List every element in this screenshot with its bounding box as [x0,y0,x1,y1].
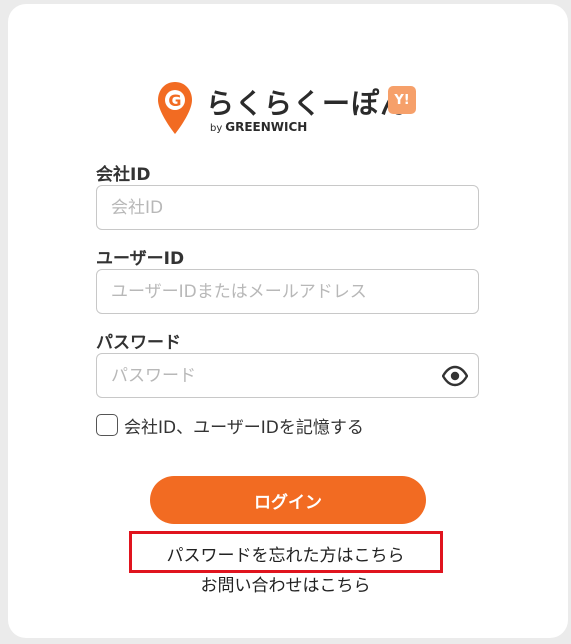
pin-letter: G [168,91,181,110]
user-id-label: ユーザーID [96,249,185,269]
remember-label: 会社ID、ユーザーIDを記憶する [124,417,364,438]
contact-link[interactable]: お問い合わせはこちら [0,571,571,596]
byline-prefix: by [210,123,223,134]
company-id-label: 会社ID [96,165,151,185]
company-id-input[interactable] [97,186,478,229]
remember-option[interactable]: 会社ID、ユーザーIDを記憶する [96,413,364,438]
brand-name: らくらくーぽん [206,87,410,120]
brand-logo: G らくらくーぽん Y! by GREENWICH [156,80,426,140]
user-id-field-box [96,269,479,314]
user-id-input[interactable] [97,270,478,313]
password-field-box [96,353,479,398]
highlight-box [129,531,443,573]
password-input[interactable] [97,354,478,397]
brand-byline: by GREENWICH [210,120,307,134]
password-label: パスワード [96,333,181,353]
brand-badge: Y! [388,86,416,114]
location-pin-icon: G [158,82,192,134]
eye-icon[interactable] [442,365,468,387]
company-id-field-box [96,185,479,230]
login-button[interactable]: ログイン [150,476,426,524]
byline-company: GREENWICH [225,120,308,134]
remember-checkbox[interactable] [96,414,118,436]
